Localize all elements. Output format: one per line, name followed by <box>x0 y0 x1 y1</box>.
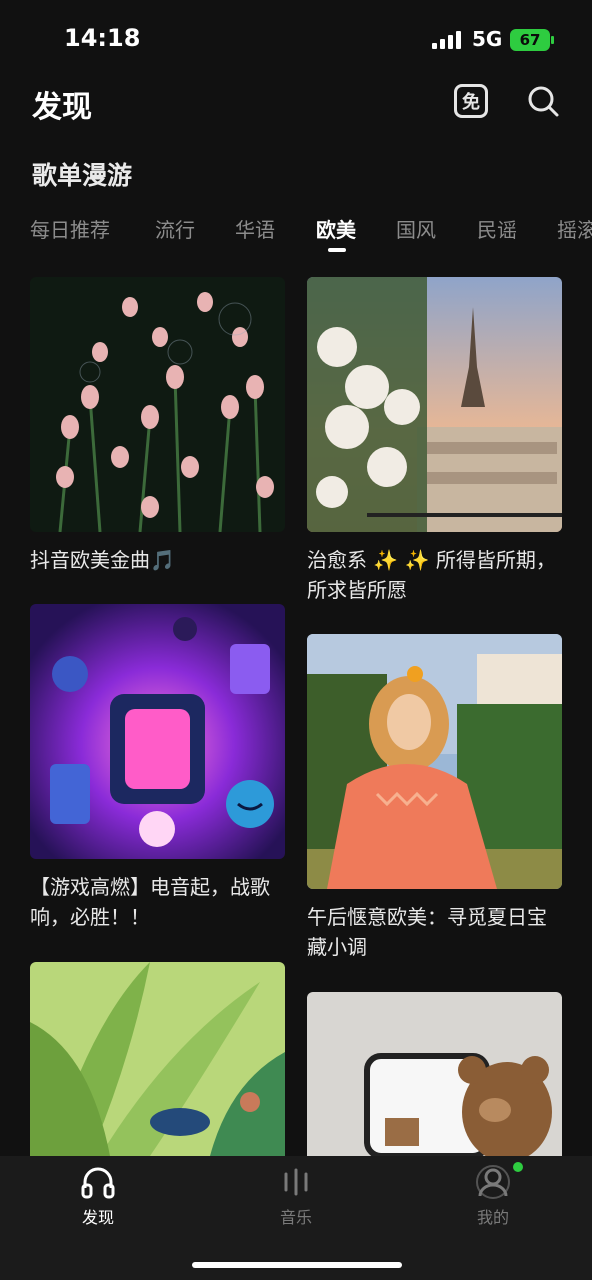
tab-western[interactable]: 欧美 <box>316 214 356 243</box>
tab-indicator <box>328 248 346 252</box>
free-mode-button[interactable]: 免 <box>454 84 488 118</box>
section-title: 歌单漫游 <box>32 161 133 190</box>
playlist-card[interactable]: 【游戏高燃】电音起，战歌响，必胜！！ <box>30 604 285 934</box>
bars-icon <box>284 1168 308 1196</box>
nav-discover[interactable]: 发现 <box>38 1156 158 1246</box>
playlist-title[interactable]: 治愈系 ✨ ✨ 所得皆所期，所求皆所愿 <box>307 545 562 605</box>
playlist-card[interactable]: 治愈系 ✨ ✨ 所得皆所期，所求皆所愿 <box>307 277 562 607</box>
playlist-card[interactable]: 午后惬意欧美：寻觅夏日宝藏小调 <box>307 634 562 964</box>
status-time: 14:18 <box>64 24 141 52</box>
page-title: 发现 <box>32 90 92 125</box>
notification-dot <box>513 1162 523 1172</box>
nav-label: 音乐 <box>279 1208 312 1227</box>
tab-folk[interactable]: 民谣 <box>477 214 517 243</box>
tab-pop[interactable]: 流行 <box>155 214 195 243</box>
status-bar: 14:18 5G 67 <box>0 0 592 80</box>
signal-icon <box>432 31 462 49</box>
playlist-cover[interactable] <box>307 634 562 889</box>
nav-mine[interactable]: 我的 <box>433 1156 553 1246</box>
tab-guofeng[interactable]: 国风 <box>396 214 436 243</box>
tab-daily[interactable]: 每日推荐 <box>30 214 110 243</box>
playlist-title[interactable]: 【游戏高燃】电音起，战歌响，必胜！！ <box>30 872 285 932</box>
search-button[interactable] <box>526 84 560 118</box>
user-icon <box>476 1165 510 1199</box>
battery-icon: 67 <box>510 29 554 51</box>
nav-label: 我的 <box>476 1208 509 1227</box>
playlist-cover[interactable] <box>307 277 562 532</box>
playlist-card[interactable] <box>30 962 285 1156</box>
playlist-cover[interactable] <box>30 277 285 532</box>
nav-label: 发现 <box>81 1208 114 1227</box>
tab-rock[interactable]: 摇滚 <box>557 214 592 243</box>
headphones-icon <box>81 1167 115 1199</box>
network-type: 5G <box>472 27 503 51</box>
playlist-card[interactable]: 抖音欧美金曲🎵 <box>30 277 285 577</box>
category-tabs: 每日推荐 流行 华语 欧美 国风 民谣 摇滚 <box>30 214 592 254</box>
playlist-cover[interactable] <box>30 962 285 1156</box>
tab-chinese[interactable]: 华语 <box>235 214 275 243</box>
playlist-cover[interactable] <box>30 604 285 859</box>
playlist-title[interactable]: 午后惬意欧美：寻觅夏日宝藏小调 <box>307 902 562 962</box>
playlist-cover[interactable] <box>307 992 562 1156</box>
search-icon <box>528 86 559 117</box>
nav-music[interactable]: 音乐 <box>236 1156 356 1246</box>
free-icon: 免 <box>462 92 480 113</box>
battery-level: 67 <box>519 31 541 49</box>
home-indicator[interactable] <box>192 1262 402 1268</box>
playlist-card[interactable] <box>307 992 562 1156</box>
playlist-title[interactable]: 抖音欧美金曲🎵 <box>30 545 285 575</box>
